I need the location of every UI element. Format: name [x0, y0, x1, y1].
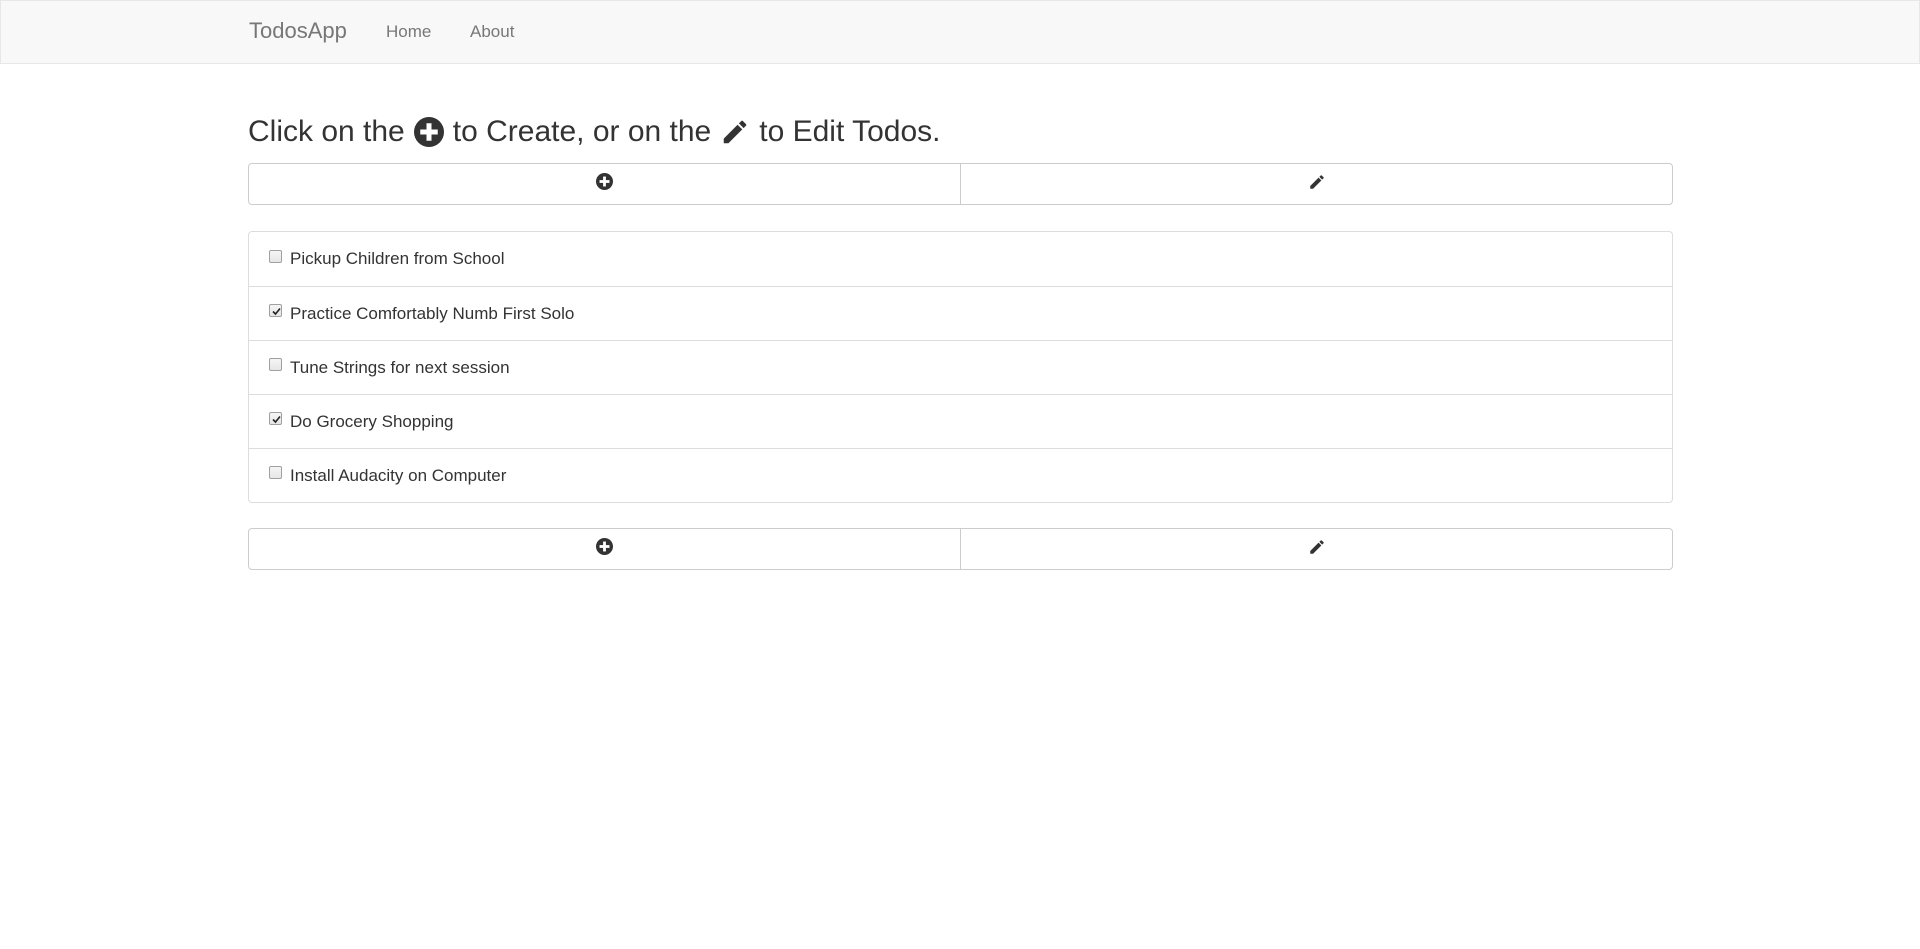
todo-item[interactable]: Do Grocery Shopping — [249, 394, 1672, 448]
create-todo-button[interactable] — [248, 163, 961, 205]
heading-text-3: to Edit Todos. — [759, 115, 941, 148]
todo-label: Pickup Children from School — [290, 249, 505, 268]
navbar: TodosApp Home About — [0, 0, 1920, 64]
brand-link[interactable]: TodosApp — [249, 18, 347, 44]
page-heading: Click on the to Create, or on the to Edi… — [248, 112, 940, 152]
todo-label: Tune Strings for next session — [290, 357, 510, 377]
plus-circle-icon — [596, 173, 613, 195]
nav-link-home[interactable]: Home — [386, 22, 431, 42]
todo-item[interactable]: Practice Comfortably Numb First Solo — [249, 286, 1672, 340]
edit-todos-button[interactable] — [960, 163, 1673, 205]
nav-link-about[interactable]: About — [470, 22, 514, 42]
todo-checkbox[interactable] — [269, 358, 282, 371]
todo-item[interactable]: Install Audacity on Computer — [249, 448, 1672, 502]
todo-label: Practice Comfortably Numb First Solo — [290, 303, 575, 323]
pencil-icon — [1308, 538, 1326, 561]
action-buttons-bottom — [248, 528, 1673, 570]
todo-checkbox[interactable] — [269, 412, 282, 425]
heading-text-2: to Create, or on the — [452, 115, 712, 148]
todo-item[interactable]: Tune Strings for next session — [249, 340, 1672, 394]
todo-list: Pickup Children from School Practice Com… — [248, 231, 1673, 503]
checkmark-icon — [272, 415, 281, 424]
todo-label: Install Audacity on Computer — [290, 465, 507, 485]
todo-label: Do Grocery Shopping — [290, 411, 454, 431]
edit-todos-button[interactable] — [960, 528, 1673, 570]
todo-checkbox[interactable] — [269, 466, 282, 479]
todo-item[interactable]: Pickup Children from School — [249, 232, 1672, 286]
action-buttons-top — [248, 163, 1673, 205]
pencil-icon — [720, 117, 750, 147]
pencil-icon — [1308, 173, 1326, 196]
todo-checkbox[interactable] — [269, 304, 282, 317]
create-todo-button[interactable] — [248, 528, 961, 570]
heading-text-1: Click on the — [248, 115, 405, 148]
todo-checkbox[interactable] — [269, 249, 282, 263]
checkmark-icon — [272, 307, 281, 316]
plus-circle-icon — [596, 538, 613, 560]
plus-circle-icon — [413, 117, 444, 147]
